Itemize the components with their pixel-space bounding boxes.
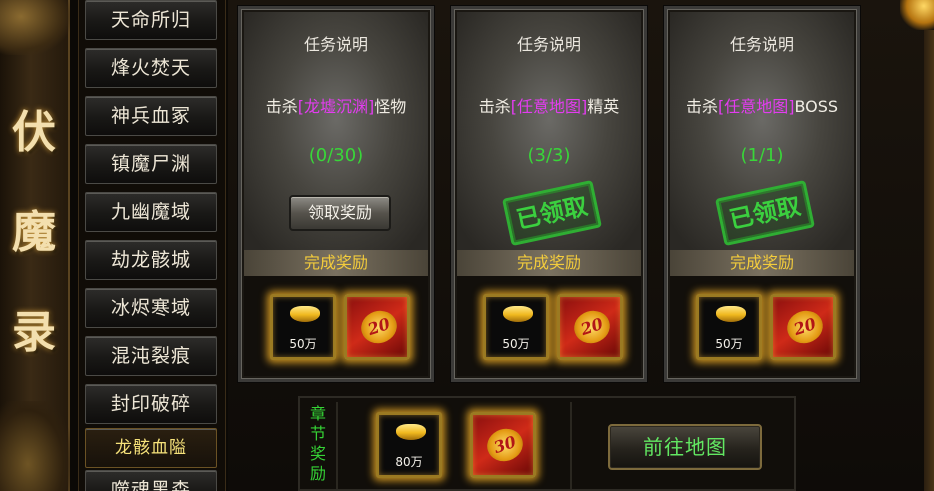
red-pack-icon: 20: [356, 306, 402, 348]
task-card: 任务说明 击杀[任意地图]BOSS (1/1) 已领取 完成奖励 50万 20: [664, 6, 860, 382]
chapter-button[interactable]: 九幽魔域: [85, 192, 217, 232]
reward-title: 完成奖励: [244, 250, 428, 276]
reward-title: 完成奖励: [457, 250, 641, 276]
chapter-button[interactable]: 劫龙骸城: [85, 240, 217, 280]
chapter-button[interactable]: 神兵血冢: [85, 96, 217, 136]
red-pack-icon: 30: [482, 424, 528, 466]
task-description: 击杀[龙墟沉渊]怪物: [241, 93, 431, 117]
task-map-name: [任意地图]: [717, 97, 795, 116]
chapter-button[interactable]: 镇魔尸渊: [85, 144, 217, 184]
chapter-reward-panel: 章节奖励 80万 30 前往地图: [298, 396, 796, 491]
red-pack-item[interactable]: 20: [557, 294, 623, 360]
reward-area: 50万 20: [244, 276, 428, 376]
red-pack-item[interactable]: 30: [470, 412, 536, 478]
task-target: 怪物: [374, 97, 407, 116]
banner-title-char: 魔: [12, 207, 56, 258]
item-amount: 50万: [502, 337, 530, 351]
gold-ingot-icon: [396, 424, 426, 440]
task-heading: 任务说明: [729, 35, 794, 54]
task-card: 任务说明 击杀[龙墟沉渊]怪物 (0/30) 领取奖励 完成奖励 50万 20: [238, 6, 434, 382]
gold-ingot-icon: [503, 306, 533, 322]
task-card: 任务说明 击杀[任意地图]精英 (3/3) 已领取 完成奖励 50万 20: [451, 6, 647, 382]
task-progress: (3/3): [527, 145, 571, 166]
item-amount: 80万: [395, 455, 423, 469]
chapter-button[interactable]: 天命所归: [85, 0, 217, 40]
gold-ingot-item[interactable]: 80万: [376, 412, 442, 478]
gold-ingot-item[interactable]: 50万: [483, 294, 549, 360]
main-panel: 任务说明 击杀[龙墟沉渊]怪物 (0/30) 领取奖励 完成奖励 50万 20 …: [228, 0, 934, 491]
divider: [336, 402, 338, 489]
banner-title-char: 伏: [12, 107, 56, 158]
claim-reward-button[interactable]: 领取奖励: [289, 195, 391, 231]
task-prefix: 击杀: [685, 97, 718, 116]
task-map-name: [龙墟沉渊]: [297, 97, 375, 116]
red-pack-icon: 20: [782, 306, 828, 348]
gold-ingot-item[interactable]: 50万: [270, 294, 336, 360]
gold-ingot-icon: [290, 306, 320, 322]
task-target: BOSS: [794, 97, 839, 116]
chapter-button[interactable]: 冰烬寒域: [85, 288, 217, 328]
gold-ingot-item[interactable]: 50万: [696, 294, 762, 360]
corner-ornament: [900, 0, 934, 30]
task-progress: (0/30): [308, 145, 364, 166]
frame-edge: [924, 30, 934, 491]
ornament-bottom: [0, 401, 70, 491]
chapter-list: 天命所归 烽火焚天 神兵血冢 镇魔尸渊 九幽魔域 劫龙骸城 冰烬寒域 混沌裂痕 …: [78, 0, 226, 491]
gold-ingot-icon: [716, 306, 746, 322]
chapter-button[interactable]: 混沌裂痕: [85, 336, 217, 376]
divider: [570, 402, 572, 489]
task-prefix: 击杀: [478, 97, 511, 116]
title-banner: 伏 魔 录: [0, 0, 70, 491]
ornament-top: [0, 0, 70, 55]
chapter-button-active[interactable]: 龙骸血隘: [85, 428, 217, 468]
task-description: 击杀[任意地图]精英: [454, 93, 644, 117]
reward-area: 50万 20: [670, 276, 854, 376]
red-pack-item[interactable]: 20: [344, 294, 410, 360]
chapter-button[interactable]: 烽火焚天: [85, 48, 217, 88]
task-prefix: 击杀: [265, 97, 298, 116]
reward-title: 完成奖励: [670, 250, 854, 276]
task-heading: 任务说明: [516, 35, 581, 54]
task-progress: (1/1): [740, 145, 784, 166]
banner-title-char: 录: [12, 307, 56, 358]
red-pack-icon: 20: [569, 306, 615, 348]
task-target: 精英: [587, 97, 620, 116]
chapter-reward-label: 章节奖励: [309, 404, 326, 483]
task-map-name: [任意地图]: [510, 97, 588, 116]
item-amount: 50万: [289, 337, 317, 351]
chapter-button[interactable]: 噬魂黑森: [85, 470, 217, 491]
item-amount: 50万: [715, 337, 743, 351]
chapter-button[interactable]: 封印破碎: [85, 384, 217, 424]
task-heading: 任务说明: [303, 35, 368, 54]
task-description: 击杀[任意地图]BOSS: [667, 93, 857, 117]
goto-map-button[interactable]: 前往地图: [608, 424, 762, 470]
reward-area: 50万 20: [457, 276, 641, 376]
red-pack-item[interactable]: 20: [770, 294, 836, 360]
